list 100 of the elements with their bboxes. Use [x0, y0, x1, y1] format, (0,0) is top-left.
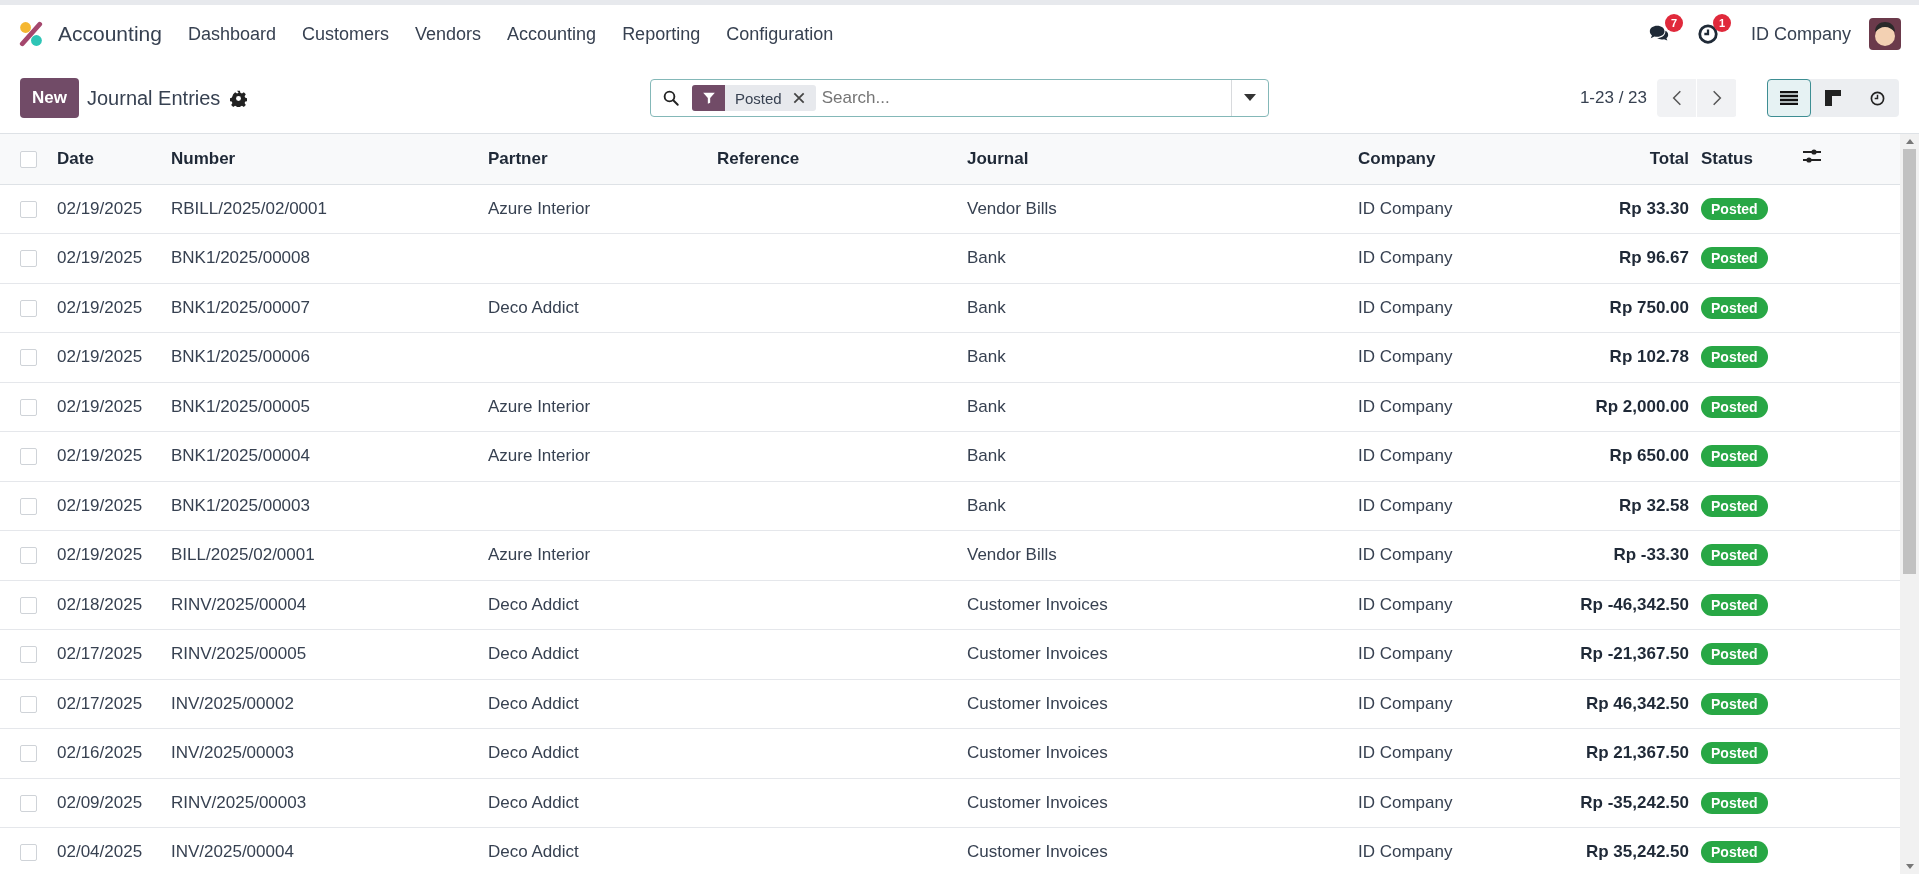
row-checkbox[interactable]	[20, 299, 37, 317]
date-cell: 02/19/2025	[57, 248, 143, 268]
column-header[interactable]: Number	[170, 134, 487, 184]
total-cell: Rp -46,342.50	[1580, 594, 1689, 614]
status-badge: Posted	[1701, 742, 1768, 765]
select-all-checkbox[interactable]	[20, 150, 37, 168]
status-badge: Posted	[1701, 247, 1768, 270]
partner-cell: Azure Interior	[488, 446, 591, 466]
menu-item[interactable]: Accounting	[507, 23, 597, 45]
row-checkbox[interactable]	[20, 398, 37, 416]
status-badge: Posted	[1701, 197, 1768, 220]
row-checkbox[interactable]	[20, 596, 37, 614]
date-cell: 02/17/2025	[57, 644, 143, 664]
row-checkbox[interactable]	[20, 844, 37, 862]
total-cell: Rp 650.00	[1609, 446, 1689, 466]
user-avatar[interactable]	[1869, 18, 1901, 50]
settings-icon[interactable]	[230, 89, 248, 107]
date-cell: 02/19/2025	[57, 198, 143, 218]
journal-cell: Bank	[967, 297, 1006, 317]
journal-cell: Customer Invoices	[967, 644, 1108, 664]
journal-cell: Bank	[967, 396, 1006, 416]
total-cell: Rp 35,242.50	[1586, 842, 1689, 862]
caret-icon[interactable]	[1244, 94, 1256, 102]
column-header[interactable]: Partner	[487, 134, 716, 184]
column-settings-icon[interactable]	[1803, 148, 1821, 165]
status-badge: Posted	[1701, 791, 1768, 814]
menu-item[interactable]: Vendors	[415, 23, 482, 45]
column-header[interactable]: Status	[1700, 134, 1802, 184]
row-checkbox[interactable]	[20, 646, 37, 664]
status-badge: Posted	[1701, 494, 1768, 517]
journal-cell: Customer Invoices	[967, 792, 1108, 812]
row-checkbox[interactable]	[20, 448, 37, 466]
number-cell: RBILL/2025/02/0001	[171, 198, 327, 218]
chevron-left-icon	[1671, 89, 1682, 107]
company-cell: ID Company	[1358, 644, 1453, 664]
total-cell: Rp -33.30	[1613, 545, 1689, 565]
date-cell: 02/19/2025	[57, 545, 143, 565]
partner-cell: Deco Addict	[488, 693, 579, 713]
chevron-right-icon	[1711, 89, 1722, 107]
column-header[interactable]: Reference	[716, 134, 966, 184]
date-cell: 02/16/2025	[57, 743, 143, 763]
column-header[interactable]: Date	[56, 134, 170, 184]
search-input[interactable]: Search...	[819, 87, 1231, 109]
row-checkbox[interactable]	[20, 497, 37, 515]
close-icon[interactable]	[791, 91, 806, 105]
company-cell: ID Company	[1358, 545, 1453, 565]
clock-icon[interactable]	[1696, 23, 1719, 45]
filter-icon	[701, 91, 716, 105]
status-badge: Posted	[1701, 593, 1768, 616]
view-switch-button[interactable]	[1767, 79, 1811, 117]
app-name[interactable]: Accounting	[58, 22, 162, 46]
number-cell: BILL/2025/02/0001	[171, 545, 315, 565]
date-cell: 02/19/2025	[57, 495, 143, 515]
status-badge: Posted	[1701, 346, 1768, 369]
row-checkbox[interactable]	[20, 547, 37, 565]
row-checkbox[interactable]	[20, 349, 37, 367]
scrollbar-thumb[interactable]	[1903, 149, 1916, 574]
total-cell: Rp 32.58	[1619, 495, 1689, 515]
company-switcher[interactable]: ID Company	[1750, 23, 1851, 45]
date-cell: 02/04/2025	[57, 842, 143, 862]
company-cell: ID Company	[1358, 842, 1453, 862]
partner-cell: Deco Addict	[488, 594, 579, 614]
scroll-up-icon[interactable]	[1905, 139, 1914, 144]
journal-cell: Bank	[967, 446, 1006, 466]
row-checkbox[interactable]	[20, 745, 37, 763]
pager-value[interactable]: 1-23 / 23	[1579, 88, 1647, 108]
partner-cell: Deco Addict	[488, 792, 579, 812]
journal-cell: Customer Invoices	[967, 743, 1108, 763]
scroll-down-icon[interactable]	[1905, 864, 1914, 869]
row-checkbox[interactable]	[20, 200, 37, 218]
column-header[interactable]: Company	[1357, 134, 1547, 184]
menu-item[interactable]: Customers	[301, 23, 389, 45]
column-header[interactable]: Journal	[966, 134, 1357, 184]
row-checkbox[interactable]	[20, 794, 37, 812]
menu-item[interactable]: Configuration	[726, 23, 834, 45]
number-cell: INV/2025/00004	[171, 842, 294, 862]
menu-item[interactable]: Reporting	[622, 23, 701, 45]
total-cell: Rp 21,367.50	[1586, 743, 1689, 763]
new-button[interactable]: New	[20, 78, 79, 118]
total-cell: Rp 750.00	[1609, 297, 1689, 317]
partner-cell: Deco Addict	[488, 644, 579, 664]
number-cell: BNK1/2025/00005	[171, 396, 310, 416]
menu-item[interactable]: Dashboard	[187, 23, 276, 45]
company-cell: ID Company	[1358, 693, 1453, 713]
date-cell: 02/18/2025	[57, 594, 143, 614]
date-cell: 02/19/2025	[57, 396, 143, 416]
column-header[interactable]: Total	[1547, 134, 1700, 184]
row-checkbox[interactable]	[20, 695, 37, 713]
row-checkbox[interactable]	[20, 250, 37, 268]
activity-count-badge: 1	[1712, 14, 1731, 32]
search-bar[interactable]: Posted Search...	[650, 79, 1269, 117]
date-cell: 02/19/2025	[57, 347, 143, 367]
number-cell: BNK1/2025/00003	[171, 495, 310, 515]
number-cell: INV/2025/00003	[171, 743, 294, 763]
total-cell: Rp 46,342.50	[1586, 693, 1689, 713]
company-cell: ID Company	[1358, 743, 1453, 763]
partner-cell: Deco Addict	[488, 842, 579, 862]
app-logo-icon[interactable]	[18, 21, 44, 47]
company-cell: ID Company	[1358, 198, 1453, 218]
number-cell: BNK1/2025/00006	[171, 347, 310, 367]
